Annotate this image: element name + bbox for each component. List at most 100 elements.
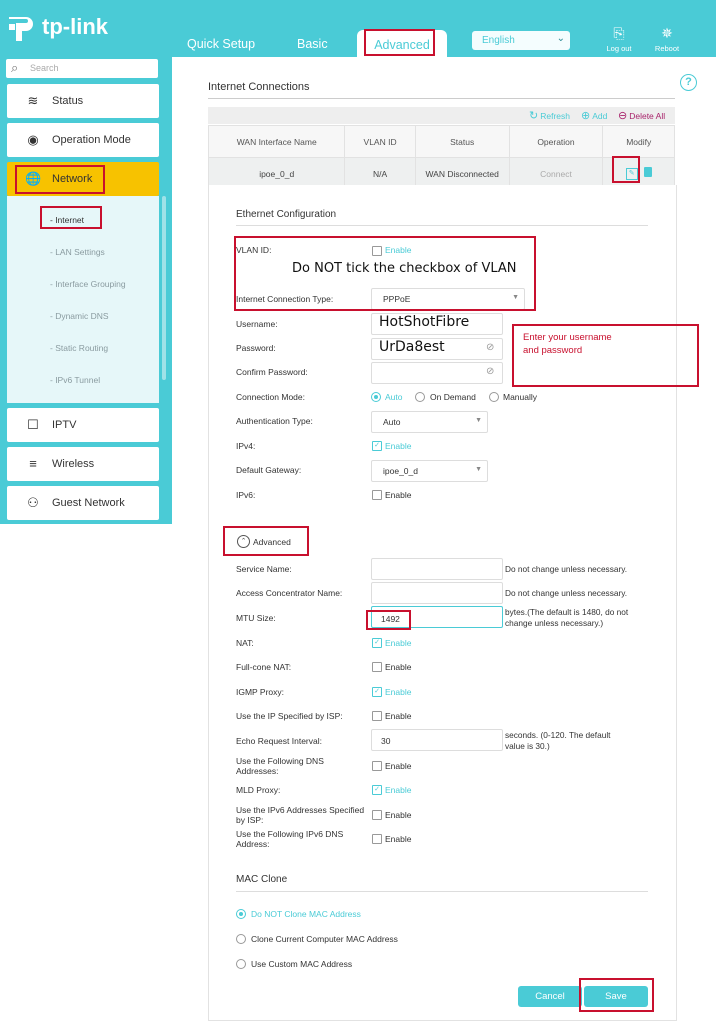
annotation-box-internet [40,206,102,229]
mld-proxy-enable-label: Enable [385,785,412,795]
ipv6-dns-checkbox[interactable] [372,834,382,844]
radio-manually[interactable] [489,392,499,402]
dns-label-line-1: Use the Following DNS [236,756,324,766]
radio-clone-current[interactable] [236,934,246,944]
monitor-icon: ☐ [27,417,39,432]
eye-slash-icon[interactable]: ⊘ [486,342,494,353]
reboot-icon: ✵ [661,25,673,41]
default-gateway-value: ipoe_0_d [383,466,418,476]
tab-basic[interactable]: Basic [297,37,328,51]
use-isp-ip-checkbox[interactable] [372,711,382,721]
echo-hint-line-2: value is 30.) [505,741,550,751]
confirm-password-label: Confirm Password: [236,367,308,377]
trash-icon[interactable] [643,167,652,177]
search-icon: ⌕ [11,60,19,75]
radio-custom-mac[interactable] [236,959,246,969]
auth-type-select[interactable]: Auto ▼ [371,411,488,433]
use-isp-ip-label: Use the IP Specified by ISP: [236,711,343,721]
radio-manually-label: Manually [503,392,538,402]
igmp-proxy-checkbox[interactable]: ✓ [372,687,382,697]
radio-clone-current-label: Clone Current Computer MAC Address [251,934,398,944]
ipv6-isp-checkbox[interactable] [372,810,382,820]
radio-custom-mac-label: Use Custom MAC Address [251,959,353,969]
column-header: VLAN ID [344,125,416,158]
sidebar-item-label: Status [52,95,84,107]
sidebar-subitem-lan-settings[interactable]: - LAN Settings [50,247,105,257]
ipv4-enable-checkbox[interactable]: ✓ [372,441,382,451]
table-header-row: WAN Interface Name VLAN ID Status Operat… [207,125,675,158]
mtu-hint-line-2: change unless necessary.) [505,618,604,628]
annotation-box-mtu [366,610,411,630]
search-placeholder: Search [30,63,59,73]
annotation-line: and password [523,345,583,356]
add-button[interactable]: ⊕ Add [581,109,607,122]
logout-label: Log out [606,44,632,53]
logout-button[interactable]: ⎘ Log out [601,25,637,53]
tab-quick-setup[interactable]: Quick Setup [187,37,255,51]
divider [208,98,675,99]
section-title-mac-clone: MAC Clone [236,874,288,885]
ipv6-dns-label-line-2: Address: [236,839,270,849]
echo-interval-label: Echo Request Interval: [236,736,322,746]
mld-proxy-checkbox[interactable]: ✓ [372,785,382,795]
sidebar-subitem-dynamic-dns[interactable]: - Dynamic DNS [50,311,109,321]
confirm-password-input[interactable] [371,362,503,384]
nat-label: NAT: [236,638,254,648]
annotation-box-vlan [234,236,536,311]
connection-mode-label: Connection Mode: [236,392,305,402]
service-name-input[interactable] [371,558,503,580]
add-label: Add [592,111,608,121]
default-gateway-label: Default Gateway: [236,465,302,475]
sidebar-item-iptv[interactable]: ☐ IPTV [7,408,159,442]
username-value: HotShotFibre [379,314,470,330]
auth-type-label: Authentication Type: [236,416,313,426]
default-gateway-select[interactable]: ipoe_0_d ▼ [371,460,488,482]
wifi-icon: ≡ [29,456,37,471]
help-icon[interactable]: ? [680,74,697,91]
use-isp-ip-enable-label: Enable [385,711,412,721]
sidebar-subitem-ipv6-tunnel[interactable]: - IPv6 Tunnel [50,375,100,385]
igmp-proxy-enable-label: Enable [385,687,412,697]
sidebar-subitem-interface-grouping[interactable]: - Interface Grouping [50,279,126,289]
delete-all-label: Delete All [629,111,666,121]
radio-on-demand[interactable] [415,392,425,402]
username-label: Username: [236,319,278,329]
sidebar-item-label: Guest Network [52,497,125,509]
sidebar-item-status[interactable]: ≋ Status [7,84,159,118]
fullcone-nat-label: Full-cone NAT: [236,662,292,672]
sidebar-subitem-static-routing[interactable]: - Static Routing [50,343,108,353]
annotation-box-save [579,978,654,1012]
ac-name-input[interactable] [371,582,503,604]
nat-enable-checkbox[interactable]: ✓ [372,638,382,648]
logout-icon: ⎘ [613,25,625,41]
radio-auto[interactable] [371,392,381,402]
fullcone-nat-checkbox[interactable] [372,662,382,672]
language-value: English [482,35,515,46]
dns-enable-checkbox[interactable] [372,761,382,771]
service-name-label: Service Name: [236,564,292,574]
eye-slash-icon[interactable]: ⊘ [486,366,494,377]
reboot-button[interactable]: ✵ Reboot [649,25,685,53]
language-select[interactable]: English ⌄ [472,31,570,50]
sidebar-item-wireless[interactable]: ≡ Wireless [7,447,159,481]
sidebar-item-operation-mode[interactable]: ◉ Operation Mode [7,123,159,157]
cancel-button[interactable]: Cancel [518,986,582,1007]
radio-no-clone[interactable] [236,909,246,919]
sidebar-scrollbar[interactable] [162,196,166,380]
sidebar-item-guest-network[interactable]: ⚇ Guest Network [7,486,159,520]
sidebar-item-label: IPTV [52,419,77,431]
ipv6-isp-label-line-1: Use the IPv6 Addresses Specified [236,805,365,815]
annotation-box-edit [612,156,640,183]
tp-link-logo-icon [9,17,33,41]
delete-all-button[interactable]: ⊖ Delete All [618,109,665,122]
search-input[interactable]: ⌕ Search [6,59,158,78]
echo-interval-input[interactable] [371,729,503,751]
dns-label-line-2: Addresses: [236,766,279,776]
radio-no-clone-label: Do NOT Clone MAC Address [251,909,361,919]
refresh-button[interactable]: ↻ Refresh [529,109,570,122]
divider [236,225,648,226]
ipv6-enable-checkbox[interactable] [372,490,382,500]
brand-logo: tp-link [42,14,108,39]
ac-name-hint: Do not change unless necessary. [505,588,628,598]
column-header: WAN Interface Name [207,125,346,158]
